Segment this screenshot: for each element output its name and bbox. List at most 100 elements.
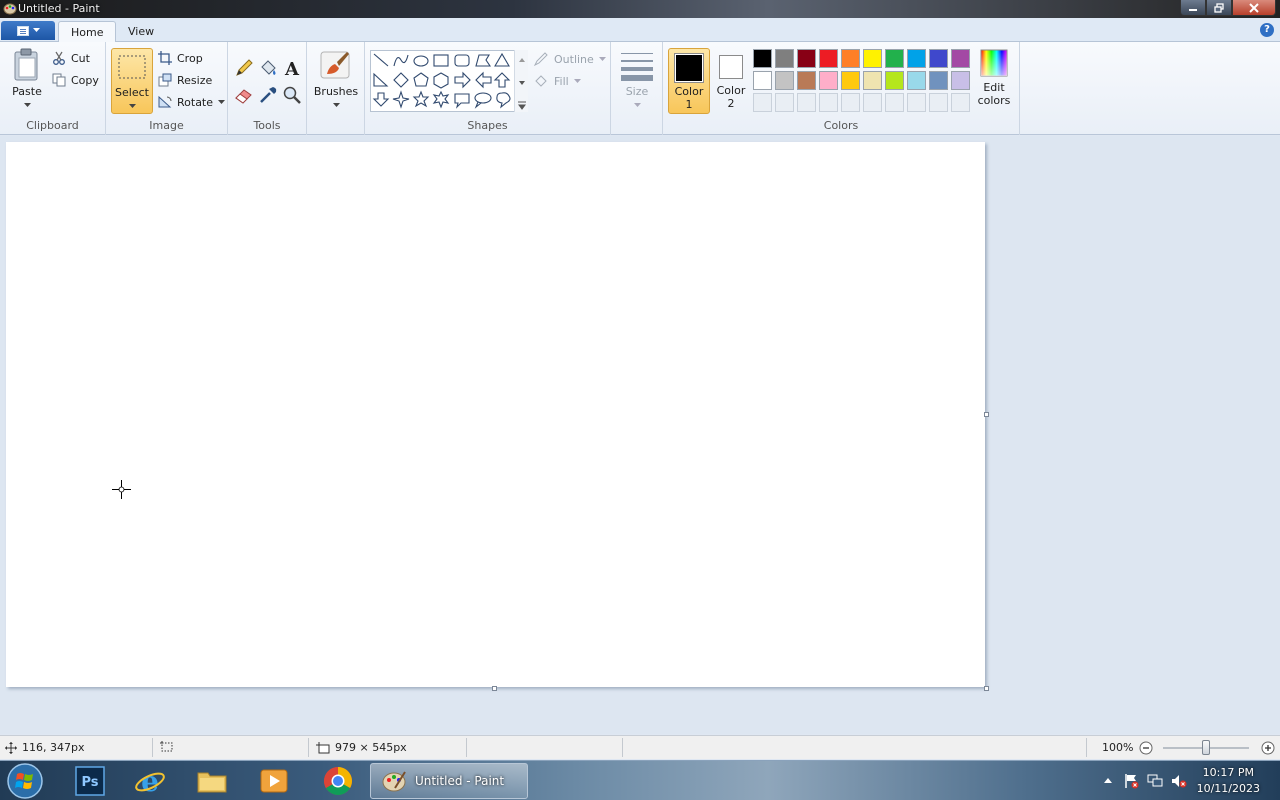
- image-group: Select Crop Resize Rotate Image: [106, 42, 228, 135]
- file-explorer-icon[interactable]: [196, 765, 228, 797]
- rotate-button[interactable]: Rotate: [158, 93, 226, 111]
- action-center-flag-icon[interactable]: [1123, 773, 1139, 789]
- maximize-button[interactable]: [1206, 0, 1232, 16]
- zoom-slider[interactable]: [1163, 740, 1249, 755]
- paint-menu-button[interactable]: [1, 21, 55, 40]
- zoom-slider-thumb[interactable]: [1202, 740, 1210, 755]
- taskbar-paint-window[interactable]: Untitled - Paint: [370, 763, 528, 799]
- palette-custom-slot: [753, 93, 772, 112]
- show-hidden-icons-icon[interactable]: [1100, 773, 1116, 789]
- size-label: Size: [625, 85, 649, 98]
- palette-swatch[interactable]: [753, 71, 772, 90]
- palette-swatch[interactable]: [797, 71, 816, 90]
- outline-button[interactable]: Outline: [533, 50, 606, 68]
- palette-swatch[interactable]: [885, 49, 904, 68]
- palette-swatch[interactable]: [951, 49, 970, 68]
- fill-bucket-icon[interactable]: [257, 57, 279, 79]
- rotate-label: Rotate: [177, 95, 214, 109]
- color1-label-line1: Color: [674, 85, 704, 98]
- edit-colors-button[interactable]: Edit colors: [976, 48, 1012, 107]
- palette-swatch[interactable]: [863, 71, 882, 90]
- text-tool-icon[interactable]: A: [281, 57, 303, 79]
- palette-swatch[interactable]: [907, 71, 926, 90]
- canvas-workspace: [0, 136, 1280, 734]
- brush-icon: [320, 51, 350, 79]
- clock-time: 10:17 PM: [1202, 766, 1254, 779]
- start-button-icon[interactable]: [6, 762, 44, 800]
- cut-label: Cut: [71, 51, 90, 65]
- palette-swatch[interactable]: [841, 71, 860, 90]
- chevron-down-icon: [598, 56, 606, 61]
- zoom-in-icon[interactable]: [1261, 741, 1275, 755]
- palette-swatch[interactable]: [863, 49, 882, 68]
- rotate-icon: [158, 95, 172, 108]
- move-cursor-icon: [5, 741, 17, 754]
- pencil-icon[interactable]: [233, 57, 255, 79]
- system-clock[interactable]: 10:17 PM 10/11/2023: [1197, 765, 1260, 797]
- restore-icon: [1214, 2, 1224, 13]
- brushes-button[interactable]: Brushes: [312, 48, 360, 111]
- cut-button[interactable]: Cut: [52, 49, 90, 67]
- color2-label-line2: 2: [727, 97, 735, 110]
- magnifier-icon[interactable]: [281, 84, 303, 106]
- select-button[interactable]: Select: [111, 48, 153, 114]
- drawing-canvas[interactable]: [6, 142, 985, 687]
- resize-handle-bottom[interactable]: [492, 686, 497, 691]
- chrome-icon[interactable]: [322, 765, 354, 797]
- colors-group: Color 1 Color 2 Edit colors Colors: [663, 42, 1020, 135]
- zoom-out-icon[interactable]: [1139, 741, 1153, 755]
- color2-button[interactable]: Color 2: [713, 48, 749, 114]
- crop-button[interactable]: Crop: [158, 49, 203, 67]
- palette-swatch[interactable]: [841, 49, 860, 68]
- palette-swatch[interactable]: [885, 71, 904, 90]
- network-icon[interactable]: [1147, 773, 1163, 789]
- fill-button[interactable]: Fill: [533, 72, 581, 90]
- tab-home[interactable]: Home: [58, 21, 117, 43]
- chevron-down-icon: [332, 103, 340, 107]
- help-icon[interactable]: ?: [1260, 23, 1274, 37]
- palette-swatch[interactable]: [951, 71, 970, 90]
- scissors-icon: [53, 51, 65, 65]
- taskbar-paint-label: Untitled - Paint: [415, 774, 505, 788]
- palette-swatch[interactable]: [797, 49, 816, 68]
- palette-swatch[interactable]: [929, 71, 948, 90]
- internet-explorer-icon[interactable]: e: [134, 765, 166, 797]
- copy-button[interactable]: Copy: [52, 71, 99, 89]
- clock-date: 10/11/2023: [1196, 782, 1260, 795]
- chevron-down-icon: [519, 81, 525, 85]
- volume-muted-icon[interactable]: [1171, 773, 1187, 789]
- status-divider: [1086, 738, 1087, 757]
- shapes-scrollbar[interactable]: [514, 50, 528, 112]
- resize-handle-right[interactable]: [984, 412, 989, 417]
- tab-view[interactable]: View: [116, 21, 166, 43]
- title-bar: Untitled - Paint: [0, 0, 1280, 18]
- paint-app-icon[interactable]: [3, 2, 17, 16]
- resize-button[interactable]: Resize: [158, 71, 212, 89]
- minimize-button[interactable]: [1180, 0, 1206, 16]
- palette-swatch[interactable]: [819, 49, 838, 68]
- palette-swatch[interactable]: [753, 49, 772, 68]
- paste-button[interactable]: Paste: [7, 48, 47, 111]
- photoshop-icon[interactable]: Ps: [74, 765, 106, 797]
- eraser-icon[interactable]: [233, 84, 255, 106]
- resize-handle-corner[interactable]: [984, 686, 989, 691]
- shapes-gallery-icons[interactable]: [371, 51, 527, 111]
- status-divider: [152, 738, 153, 757]
- size-button[interactable]: Size: [616, 48, 658, 111]
- close-button[interactable]: [1232, 0, 1276, 16]
- color1-button[interactable]: Color 1: [668, 48, 710, 114]
- palette-swatch[interactable]: [907, 49, 926, 68]
- palette-swatch[interactable]: [775, 49, 794, 68]
- expand-gallery-icon: [518, 101, 526, 110]
- close-icon: [1249, 2, 1259, 13]
- color-picker-icon[interactable]: [257, 84, 279, 106]
- palette-swatch[interactable]: [775, 71, 794, 90]
- palette-swatch[interactable]: [819, 71, 838, 90]
- media-player-icon[interactable]: [258, 765, 290, 797]
- fill-icon: [535, 75, 547, 87]
- clipboard-group: Paste Cut Copy Clipboard: [0, 42, 106, 135]
- chevron-down-icon: [573, 78, 581, 83]
- selection-size: [160, 741, 174, 753]
- palette-swatch[interactable]: [929, 49, 948, 68]
- select-label: Select: [115, 86, 149, 99]
